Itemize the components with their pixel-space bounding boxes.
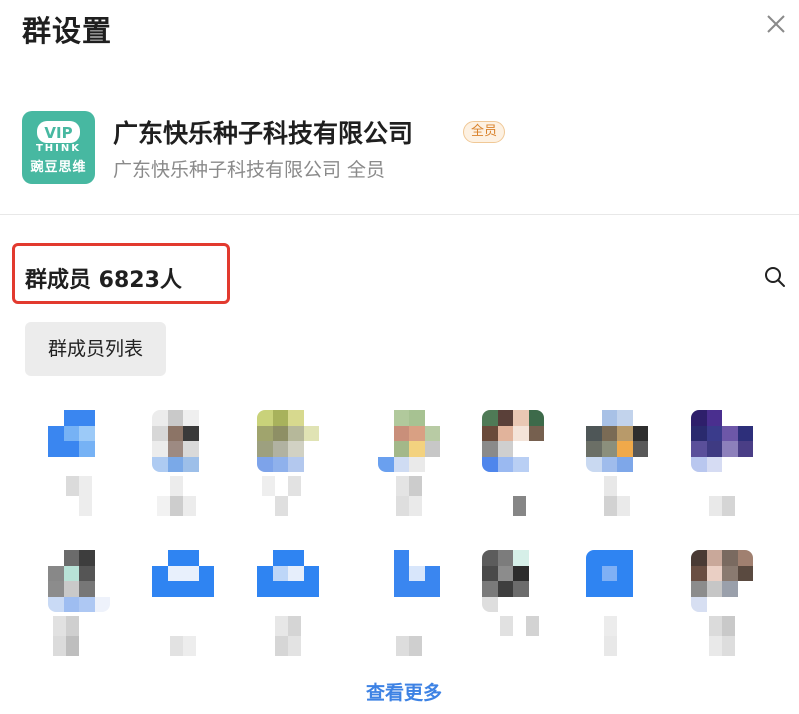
divider	[0, 214, 799, 215]
member-avatar	[48, 550, 110, 612]
member-name-blurred	[683, 616, 761, 656]
member-item[interactable]	[40, 550, 118, 660]
member-item[interactable]	[144, 550, 222, 660]
view-more-link[interactable]: 查看更多	[366, 678, 442, 705]
member-name-blurred	[370, 616, 448, 656]
member-name-blurred	[40, 616, 118, 656]
member-name-blurred	[578, 616, 656, 656]
member-avatar	[257, 550, 319, 612]
page-title: 群设置	[22, 14, 113, 48]
group-avatar: VIP THINK 豌豆思维	[22, 111, 95, 184]
member-name-blurred	[249, 616, 327, 656]
member-avatar	[378, 550, 440, 612]
svg-text:VIP: VIP	[44, 124, 72, 142]
member-name-blurred	[144, 476, 222, 516]
highlight-box	[12, 243, 230, 304]
all-members-badge: 全员	[463, 121, 506, 143]
member-name-blurred	[249, 476, 327, 516]
member-name-blurred	[370, 476, 448, 516]
vip-logo-icon: VIP	[37, 121, 80, 143]
member-name-blurred	[474, 616, 552, 656]
group-subtitle: 广东快乐种子科技有限公司 全员	[113, 159, 386, 181]
logo-text-cn: 豌豆思维	[30, 160, 87, 175]
member-avatar	[378, 410, 440, 472]
member-item[interactable]	[578, 410, 656, 520]
member-list-button[interactable]: 群成员列表	[25, 322, 166, 376]
member-name-blurred	[683, 476, 761, 516]
member-avatar	[152, 550, 214, 612]
member-avatar	[152, 410, 214, 472]
member-avatar	[691, 410, 753, 472]
member-avatar	[482, 410, 544, 472]
member-item[interactable]	[249, 550, 327, 660]
member-avatar	[482, 550, 544, 612]
member-item[interactable]	[144, 410, 222, 520]
member-avatar	[586, 550, 648, 612]
member-name-blurred	[40, 476, 118, 516]
member-item[interactable]	[578, 550, 656, 660]
member-item[interactable]	[249, 410, 327, 520]
logo-text-think: THINK	[35, 143, 82, 154]
member-item[interactable]	[40, 410, 118, 520]
member-item[interactable]	[474, 550, 552, 660]
member-avatar	[257, 410, 319, 472]
search-icon[interactable]	[764, 266, 786, 288]
member-item[interactable]	[370, 410, 448, 520]
member-name-blurred	[144, 616, 222, 656]
close-icon[interactable]	[760, 8, 792, 40]
member-item[interactable]	[683, 410, 761, 520]
member-name-blurred	[474, 476, 552, 516]
member-name-blurred	[578, 476, 656, 516]
member-avatar	[48, 410, 110, 472]
member-item[interactable]	[370, 550, 448, 660]
member-avatar	[691, 550, 753, 612]
member-avatar	[586, 410, 648, 472]
member-item[interactable]	[683, 550, 761, 660]
group-name: 广东快乐种子科技有限公司	[113, 119, 414, 148]
member-item[interactable]	[474, 410, 552, 520]
